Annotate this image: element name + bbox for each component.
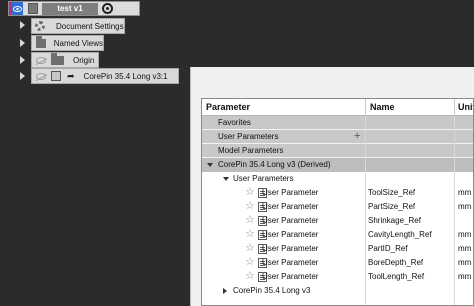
gear-icon (35, 21, 45, 31)
browser-item-label: Origin (73, 55, 95, 65)
table-row[interactable]: ☆ User Parameter PartSize_Ref mm (202, 200, 473, 214)
browser-item-document-settings[interactable]: Document Settings (31, 18, 125, 34)
parameter-unit: mm (458, 272, 472, 281)
browser-item-origin[interactable]: Origin (31, 52, 99, 68)
component-icon (51, 71, 61, 81)
folder-icon (51, 52, 64, 65)
favorite-star-icon[interactable]: ☆ (245, 215, 255, 226)
column-header-name[interactable]: Name (370, 102, 395, 112)
subgroup-row-user-parameters[interactable]: User Parameters (202, 172, 473, 186)
hidden-eye-icon[interactable] (36, 56, 46, 64)
expand-arrow-icon[interactable] (223, 288, 227, 294)
browser-item-label: Named Views (53, 38, 103, 48)
parameter-name: ToolLength_Ref (368, 272, 425, 281)
table-header: Parameter Name Unit (202, 99, 473, 116)
expand-arrow-icon[interactable] (20, 21, 25, 29)
parameter-name: PartSize_Ref (368, 202, 416, 211)
group-row-user-parameters[interactable]: User Parameters + (202, 130, 473, 144)
collapse-arrow-icon[interactable] (207, 163, 213, 167)
group-label: CorePin 35.4 Long v3 (Derived) (218, 160, 331, 169)
parameter-type: User Parameter (262, 188, 319, 197)
expand-arrow-icon[interactable] (20, 56, 25, 64)
parameter-type: User Parameter (262, 258, 319, 267)
group-row-model-parameters[interactable]: Model Parameters (202, 144, 473, 158)
column-header-unit[interactable]: Unit (458, 102, 473, 112)
parameter-type: User Parameter (262, 244, 319, 253)
table-row[interactable]: ☆ User Parameter CavityLength_Ref mm (202, 228, 473, 242)
browser-item-named-views[interactable]: Named Views (31, 35, 104, 51)
document-icon (28, 3, 38, 14)
visibility-eye-icon[interactable] (9, 2, 23, 15)
favorite-star-icon[interactable]: ☆ (245, 243, 255, 254)
parameter-type: User Parameter (262, 202, 319, 211)
expand-arrow-icon[interactable] (20, 72, 25, 80)
expand-arrow-icon[interactable] (20, 39, 25, 47)
parameter-name: PartID_Ref (368, 244, 408, 253)
parameter-name: ToolSize_Ref (368, 188, 416, 197)
browser-root-node[interactable]: test v1 (8, 1, 140, 16)
link-arrow-icon: ➦ (67, 70, 75, 81)
group-row-favorites[interactable]: Favorites (202, 116, 473, 130)
parameter-name: BoreDepth_Ref (368, 258, 424, 267)
browser-item-label: Document Settings (56, 21, 124, 31)
parameter-type: User Parameter (262, 216, 319, 225)
parameter-unit: mm (458, 258, 472, 267)
column-header-parameter[interactable]: Parameter (206, 102, 250, 112)
table-row[interactable]: ☆ User Parameter ToolSize_Ref mm (202, 186, 473, 200)
table-row[interactable]: ☆ User Parameter BoreDepth_Ref mm (202, 256, 473, 270)
folder-icon (36, 35, 46, 48)
group-row-corepin[interactable]: CorePin 35.4 Long v3 (202, 284, 473, 298)
table-row[interactable]: ☆ User Parameter Shrinkage_Ref (202, 214, 473, 228)
favorite-star-icon[interactable]: ☆ (245, 187, 255, 198)
activate-target-icon[interactable] (102, 3, 113, 14)
group-label: User Parameters (218, 132, 279, 141)
add-parameter-icon[interactable]: + (354, 130, 360, 142)
group-label: User Parameters (233, 174, 294, 183)
group-label: CorePin 35.4 Long v3 (233, 286, 311, 295)
parameter-type: User Parameter (262, 230, 319, 239)
browser-item-corepin[interactable]: ➦ CorePin 35.4 Long v3:1 (31, 68, 179, 84)
favorite-star-icon[interactable]: ☆ (245, 229, 255, 240)
parameter-unit: mm (458, 188, 472, 197)
group-row-derived[interactable]: CorePin 35.4 Long v3 (Derived) (202, 158, 473, 172)
group-label: Favorites (218, 118, 251, 127)
parameter-name: Shrinkage_Ref (368, 216, 421, 225)
parameters-table: Parameter Name Unit Favorites User Param… (201, 98, 474, 306)
parameter-type: User Parameter (262, 272, 319, 281)
group-label: Model Parameters (218, 146, 284, 155)
collapse-arrow-icon[interactable] (223, 177, 229, 181)
parameter-unit: mm (458, 202, 472, 211)
favorite-star-icon[interactable]: ☆ (245, 271, 255, 282)
parameter-unit: mm (458, 244, 472, 253)
parameter-name: CavityLength_Ref (368, 230, 432, 239)
browser-item-label: CorePin 35.4 Long v3:1 (83, 71, 168, 81)
table-row[interactable]: ☆ User Parameter ToolLength_Ref mm (202, 270, 473, 284)
favorite-star-icon[interactable]: ☆ (245, 257, 255, 268)
favorite-star-icon[interactable]: ☆ (245, 201, 255, 212)
parameter-unit: mm (458, 230, 472, 239)
root-title: test v1 (42, 2, 98, 15)
table-row[interactable]: ☆ User Parameter PartID_Ref mm (202, 242, 473, 256)
hidden-eye-icon[interactable] (36, 72, 46, 80)
